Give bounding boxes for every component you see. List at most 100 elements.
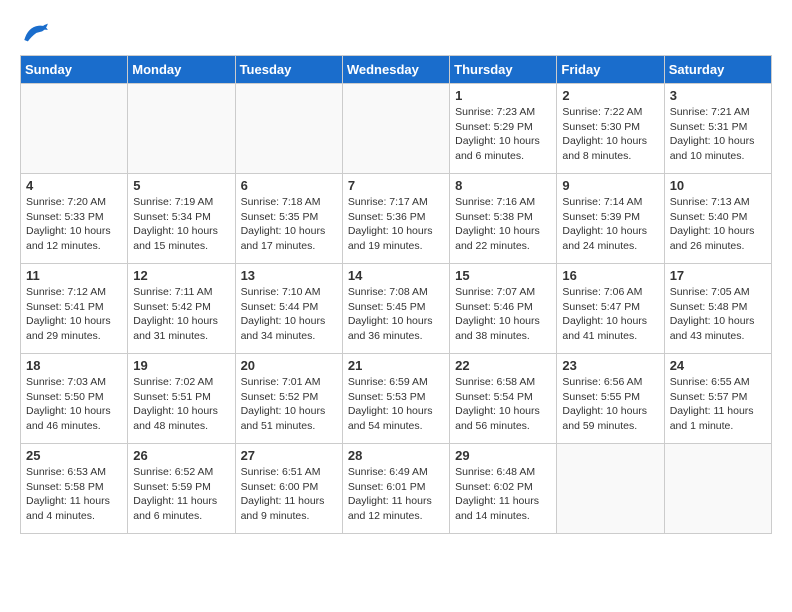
- day-info: Sunrise: 7:16 AMSunset: 5:38 PMDaylight:…: [455, 195, 551, 254]
- calendar-cell: 20Sunrise: 7:01 AMSunset: 5:52 PMDayligh…: [235, 354, 342, 444]
- day-number: 11: [26, 268, 122, 283]
- calendar-header-row: SundayMondayTuesdayWednesdayThursdayFrid…: [21, 56, 772, 84]
- day-number: 5: [133, 178, 229, 193]
- day-number: 18: [26, 358, 122, 373]
- day-number: 10: [670, 178, 766, 193]
- day-info: Sunrise: 7:14 AMSunset: 5:39 PMDaylight:…: [562, 195, 658, 254]
- calendar-cell: 26 Sunrise: 6:52 AMSunset: 5:59 PMDayligh…: [128, 444, 235, 534]
- calendar-cell: 3 Sunrise: 7:21 AMSunset: 5:31 PMDaylight…: [664, 84, 771, 174]
- calendar-cell: 22 Sunrise: 6:58 AMSunset: 5:54 PMDayligh…: [450, 354, 557, 444]
- day-number: 1: [455, 88, 551, 103]
- day-info: Sunrise: 6:49 AMSunset: 6:01 PMDaylight:…: [348, 465, 444, 524]
- day-info: Sunrise: 6:55 AMSunset: 5:57 PMDaylight:…: [670, 375, 766, 434]
- day-number: 14: [348, 268, 444, 283]
- calendar-cell: 21 Sunrise: 6:59 AMSunset: 5:53 PMDayligh…: [342, 354, 449, 444]
- day-info: Sunrise: 7:22 AMSunset: 5:30 PMDaylight:…: [562, 105, 658, 164]
- day-info: Sunrise: 6:58 AMSunset: 5:54 PMDaylight:…: [455, 375, 551, 434]
- calendar-cell: 5 Sunrise: 7:19 AMSunset: 5:34 PMDaylight…: [128, 174, 235, 264]
- calendar-cell: [235, 84, 342, 174]
- calendar-cell: 23 Sunrise: 6:56 AMSunset: 5:55 PMDayligh…: [557, 354, 664, 444]
- calendar-cell: 17 Sunrise: 7:05 AMSunset: 5:48 PMDayligh…: [664, 264, 771, 354]
- calendar-cell: 13 Sunrise: 7:10 AMSunset: 5:44 PMDayligh…: [235, 264, 342, 354]
- day-info: Sunrise: 7:08 AMSunset: 5:45 PMDaylight:…: [348, 285, 444, 344]
- day-number: 27: [241, 448, 337, 463]
- header-sunday: Sunday: [21, 56, 128, 84]
- day-number: 13: [241, 268, 337, 283]
- day-info: Sunrise: 7:05 AMSunset: 5:48 PMDaylight:…: [670, 285, 766, 344]
- header-monday: Monday: [128, 56, 235, 84]
- day-info: Sunrise: 7:01 AMSunset: 5:52 PMDaylight:…: [241, 375, 337, 434]
- calendar-cell: 12 Sunrise: 7:11 AMSunset: 5:42 PMDayligh…: [128, 264, 235, 354]
- logo-icon: [20, 20, 50, 45]
- calendar-table: SundayMondayTuesdayWednesdayThursdayFrid…: [20, 55, 772, 534]
- day-info: Sunrise: 7:19 AMSunset: 5:34 PMDaylight:…: [133, 195, 229, 254]
- day-info: Sunrise: 7:11 AMSunset: 5:42 PMDaylight:…: [133, 285, 229, 344]
- header-tuesday: Tuesday: [235, 56, 342, 84]
- week-row-1: 1 Sunrise: 7:23 AMSunset: 5:29 PMDaylight…: [21, 84, 772, 174]
- day-info: Sunrise: 7:12 AMSunset: 5:41 PMDaylight:…: [26, 285, 122, 344]
- day-number: 25: [26, 448, 122, 463]
- calendar-cell: 9 Sunrise: 7:14 AMSunset: 5:39 PMDaylight…: [557, 174, 664, 264]
- day-info: Sunrise: 6:59 AMSunset: 5:53 PMDaylight:…: [348, 375, 444, 434]
- day-number: 3: [670, 88, 766, 103]
- calendar-cell: 10 Sunrise: 7:13 AMSunset: 5:40 PMDayligh…: [664, 174, 771, 264]
- day-info: Sunrise: 7:21 AMSunset: 5:31 PMDaylight:…: [670, 105, 766, 164]
- day-info: Sunrise: 6:48 AMSunset: 6:02 PMDaylight:…: [455, 465, 551, 524]
- day-info: Sunrise: 6:56 AMSunset: 5:55 PMDaylight:…: [562, 375, 658, 434]
- day-info: Sunrise: 7:17 AMSunset: 5:36 PMDaylight:…: [348, 195, 444, 254]
- day-info: Sunrise: 7:23 AMSunset: 5:29 PMDaylight:…: [455, 105, 551, 164]
- calendar-cell: 14 Sunrise: 7:08 AMSunset: 5:45 PMDayligh…: [342, 264, 449, 354]
- logo: [20, 20, 54, 45]
- calendar-cell: [128, 84, 235, 174]
- day-number: 4: [26, 178, 122, 193]
- day-number: 15: [455, 268, 551, 283]
- calendar-cell: [342, 84, 449, 174]
- day-number: 6: [241, 178, 337, 193]
- calendar-cell: 11 Sunrise: 7:12 AMSunset: 5:41 PMDayligh…: [21, 264, 128, 354]
- calendar-cell: 28 Sunrise: 6:49 AMSunset: 6:01 PMDayligh…: [342, 444, 449, 534]
- day-number: 22: [455, 358, 551, 373]
- calendar-cell: 16 Sunrise: 7:06 AMSunset: 5:47 PMDayligh…: [557, 264, 664, 354]
- calendar-cell: 29Sunrise: 6:48 AMSunset: 6:02 PMDayligh…: [450, 444, 557, 534]
- calendar-cell: [21, 84, 128, 174]
- calendar-cell: 27Sunrise: 6:51 AMSunset: 6:00 PMDayligh…: [235, 444, 342, 534]
- day-info: Sunrise: 7:20 AMSunset: 5:33 PMDaylight:…: [26, 195, 122, 254]
- day-number: 12: [133, 268, 229, 283]
- day-number: 26: [133, 448, 229, 463]
- day-info: Sunrise: 6:52 AMSunset: 5:59 PMDaylight:…: [133, 465, 229, 524]
- day-number: 23: [562, 358, 658, 373]
- day-number: 16: [562, 268, 658, 283]
- day-number: 17: [670, 268, 766, 283]
- header-wednesday: Wednesday: [342, 56, 449, 84]
- calendar-cell: 18 Sunrise: 7:03 AMSunset: 5:50 PMDayligh…: [21, 354, 128, 444]
- week-row-2: 4 Sunrise: 7:20 AMSunset: 5:33 PMDaylight…: [21, 174, 772, 264]
- calendar-cell: 6 Sunrise: 7:18 AMSunset: 5:35 PMDaylight…: [235, 174, 342, 264]
- header-friday: Friday: [557, 56, 664, 84]
- day-number: 19: [133, 358, 229, 373]
- calendar-cell: [664, 444, 771, 534]
- calendar-cell: 8 Sunrise: 7:16 AMSunset: 5:38 PMDaylight…: [450, 174, 557, 264]
- day-number: 28: [348, 448, 444, 463]
- calendar-cell: 1 Sunrise: 7:23 AMSunset: 5:29 PMDaylight…: [450, 84, 557, 174]
- day-info: Sunrise: 7:06 AMSunset: 5:47 PMDaylight:…: [562, 285, 658, 344]
- week-row-5: 25Sunrise: 6:53 AMSunset: 5:58 PMDayligh…: [21, 444, 772, 534]
- day-number: 8: [455, 178, 551, 193]
- calendar-cell: [557, 444, 664, 534]
- calendar-cell: 4 Sunrise: 7:20 AMSunset: 5:33 PMDaylight…: [21, 174, 128, 264]
- page-header: [20, 20, 772, 45]
- calendar-cell: 7 Sunrise: 7:17 AMSunset: 5:36 PMDaylight…: [342, 174, 449, 264]
- week-row-4: 18 Sunrise: 7:03 AMSunset: 5:50 PMDayligh…: [21, 354, 772, 444]
- calendar-cell: 24 Sunrise: 6:55 AMSunset: 5:57 PMDayligh…: [664, 354, 771, 444]
- day-info: Sunrise: 7:18 AMSunset: 5:35 PMDaylight:…: [241, 195, 337, 254]
- day-number: 21: [348, 358, 444, 373]
- day-info: Sunrise: 7:13 AMSunset: 5:40 PMDaylight:…: [670, 195, 766, 254]
- day-info: Sunrise: 7:03 AMSunset: 5:50 PMDaylight:…: [26, 375, 122, 434]
- day-number: 24: [670, 358, 766, 373]
- day-number: 2: [562, 88, 658, 103]
- day-number: 7: [348, 178, 444, 193]
- day-info: Sunrise: 7:10 AMSunset: 5:44 PMDaylight:…: [241, 285, 337, 344]
- header-saturday: Saturday: [664, 56, 771, 84]
- calendar-cell: 25Sunrise: 6:53 AMSunset: 5:58 PMDayligh…: [21, 444, 128, 534]
- day-number: 9: [562, 178, 658, 193]
- day-info: Sunrise: 7:02 AMSunset: 5:51 PMDaylight:…: [133, 375, 229, 434]
